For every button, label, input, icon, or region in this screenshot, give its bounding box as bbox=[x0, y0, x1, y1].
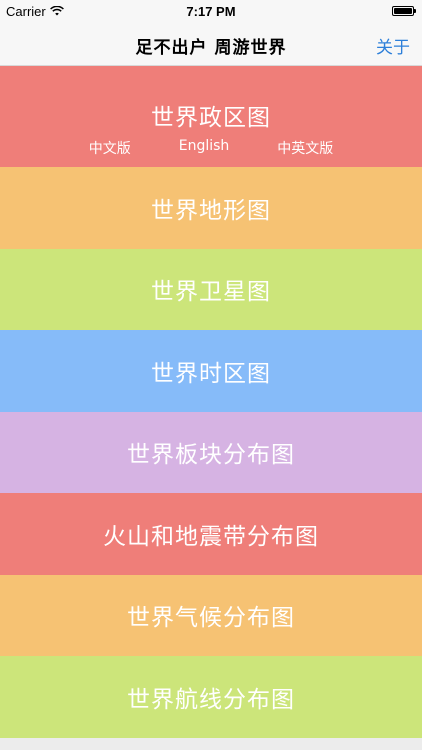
option-bilingual[interactable]: 中英文版 bbox=[271, 138, 339, 158]
option-english[interactable]: English bbox=[173, 138, 236, 158]
page-title: 足不出户 周游世界 bbox=[135, 38, 287, 58]
menu-item-label: 世界政区图 bbox=[151, 105, 271, 131]
battery-icon bbox=[392, 6, 416, 16]
menu-item-label: 世界航线分布图 bbox=[127, 686, 295, 713]
menu-item-timezone-map[interactable]: 世界时区图 bbox=[0, 330, 422, 412]
menu-item-label: 世界气候分布图 bbox=[127, 605, 295, 632]
menu-item-label: 火山和地震带分布图 bbox=[103, 523, 319, 550]
status-bar: Carrier 7:17 PM bbox=[0, 0, 422, 22]
navigation-bar: 足不出户 周游世界 关于 bbox=[0, 22, 422, 66]
menu-item-label: 世界地形图 bbox=[151, 197, 271, 224]
menu-item-volcano-earthquake-map[interactable]: 火山和地震带分布图 bbox=[0, 493, 422, 575]
option-chinese[interactable]: 中文版 bbox=[83, 138, 137, 158]
menu-item-label: 世界卫星图 bbox=[151, 279, 271, 306]
map-menu: 世界政区图 中文版 English 中英文版 世界地形图 世界卫星图 世界时区图… bbox=[0, 66, 422, 738]
menu-item-terrain-map[interactable]: 世界地形图 bbox=[0, 167, 422, 249]
menu-item-label: 世界时区图 bbox=[151, 360, 271, 387]
menu-item-climate-map[interactable]: 世界气候分布图 bbox=[0, 574, 422, 656]
menu-item-satellite-map[interactable]: 世界卫星图 bbox=[0, 248, 422, 330]
status-time: 7:17 PM bbox=[186, 4, 236, 19]
about-button[interactable]: 关于 bbox=[376, 33, 410, 58]
menu-item-political-map[interactable]: 世界政区图 中文版 English 中英文版 bbox=[0, 66, 422, 167]
menu-item-plate-map[interactable]: 世界板块分布图 bbox=[0, 411, 422, 493]
menu-item-airline-map[interactable]: 世界航线分布图 bbox=[0, 656, 422, 738]
battery-level bbox=[394, 8, 412, 14]
menu-item-label: 世界板块分布图 bbox=[127, 442, 295, 469]
language-options: 中文版 English 中英文版 bbox=[83, 138, 340, 158]
